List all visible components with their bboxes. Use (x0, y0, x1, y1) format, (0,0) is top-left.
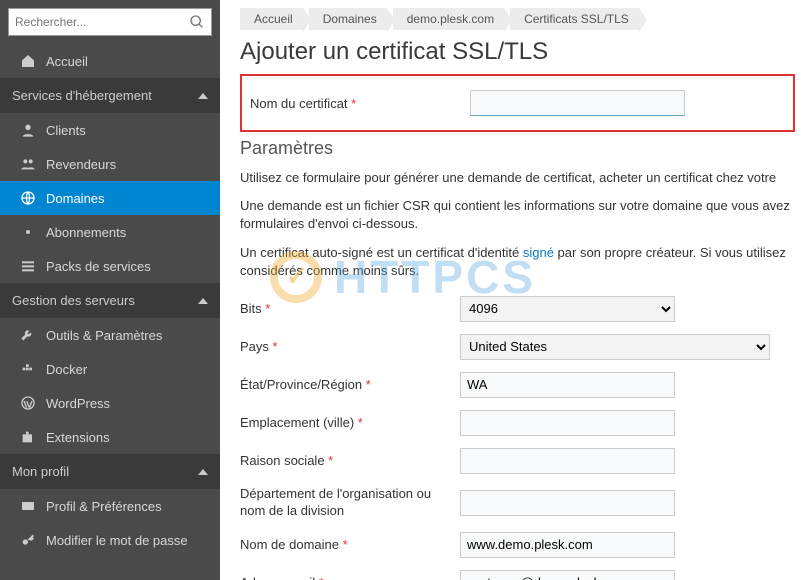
list-icon (20, 258, 36, 274)
key-icon (20, 532, 36, 548)
section-hosting[interactable]: Services d'hébergement (0, 78, 220, 113)
puzzle-icon (20, 429, 36, 445)
sidebar-item-label: Accueil (46, 54, 88, 69)
sidebar-item-home[interactable]: Accueil (0, 44, 220, 78)
sidebar-item-subscriptions[interactable]: Abonnements (0, 215, 220, 249)
para3: Un certificat auto-signé est un certific… (240, 244, 795, 280)
sidebar-item-wordpress[interactable]: WordPress (0, 386, 220, 420)
bits-select[interactable]: 4096 (460, 296, 675, 322)
chevron-up-icon (198, 298, 208, 304)
sidebar-item-profile[interactable]: Profil & Préférences (0, 489, 220, 523)
sidebar-item-tools[interactable]: Outils & Paramètres (0, 318, 220, 352)
certname-highlight: Nom du certificat * (240, 74, 795, 132)
docker-icon (20, 361, 36, 377)
globe-icon (20, 190, 36, 206)
page-title: Ajouter un certificat SSL/TLS (240, 38, 795, 66)
sidebar-item-extensions[interactable]: Extensions (0, 420, 220, 454)
sidebar-item-clients[interactable]: Clients (0, 113, 220, 147)
sidebar-item-docker[interactable]: Docker (0, 352, 220, 386)
person-icon (20, 122, 36, 138)
home-icon (20, 53, 36, 69)
sidebar-item-password[interactable]: Modifier le mot de passe (0, 523, 220, 557)
email-input[interactable] (460, 570, 675, 580)
state-input[interactable] (460, 372, 675, 398)
para1: Utilisez ce formulaire pour générer une … (240, 169, 795, 187)
sidebar-item-packs[interactable]: Packs de services (0, 249, 220, 283)
para2: Une demande est un fichier CSR qui conti… (240, 197, 795, 233)
crumb-ssl[interactable]: Certificats SSL/TLS (510, 8, 639, 30)
certname-label: Nom du certificat * (250, 96, 460, 111)
wordpress-icon (20, 395, 36, 411)
chevron-up-icon (198, 93, 208, 99)
signed-link[interactable]: signé (523, 245, 554, 260)
card-icon (20, 498, 36, 514)
gear-icon (20, 224, 36, 240)
company-input[interactable] (460, 448, 675, 474)
section-profile[interactable]: Mon profil (0, 454, 220, 489)
crumb-domain[interactable]: demo.plesk.com (393, 8, 504, 30)
city-input[interactable] (460, 410, 675, 436)
breadcrumb: Accueil Domaines demo.plesk.com Certific… (240, 8, 795, 30)
sidebar-item-domains[interactable]: Domaines (0, 181, 220, 215)
domain-input[interactable] (460, 532, 675, 558)
dept-input[interactable] (460, 490, 675, 516)
crumb-home[interactable]: Accueil (240, 8, 303, 30)
sidebar-item-resellers[interactable]: Revendeurs (0, 147, 220, 181)
search-icon (189, 14, 205, 30)
crumb-domains[interactable]: Domaines (309, 8, 387, 30)
search-box[interactable] (8, 8, 212, 36)
people-icon (20, 156, 36, 172)
section-servers[interactable]: Gestion des serveurs (0, 283, 220, 318)
country-select[interactable]: United States (460, 334, 770, 360)
params-heading: Paramètres (240, 138, 795, 159)
search-input[interactable] (15, 15, 189, 29)
wrench-icon (20, 327, 36, 343)
chevron-up-icon (198, 469, 208, 475)
certname-input[interactable] (470, 90, 685, 116)
